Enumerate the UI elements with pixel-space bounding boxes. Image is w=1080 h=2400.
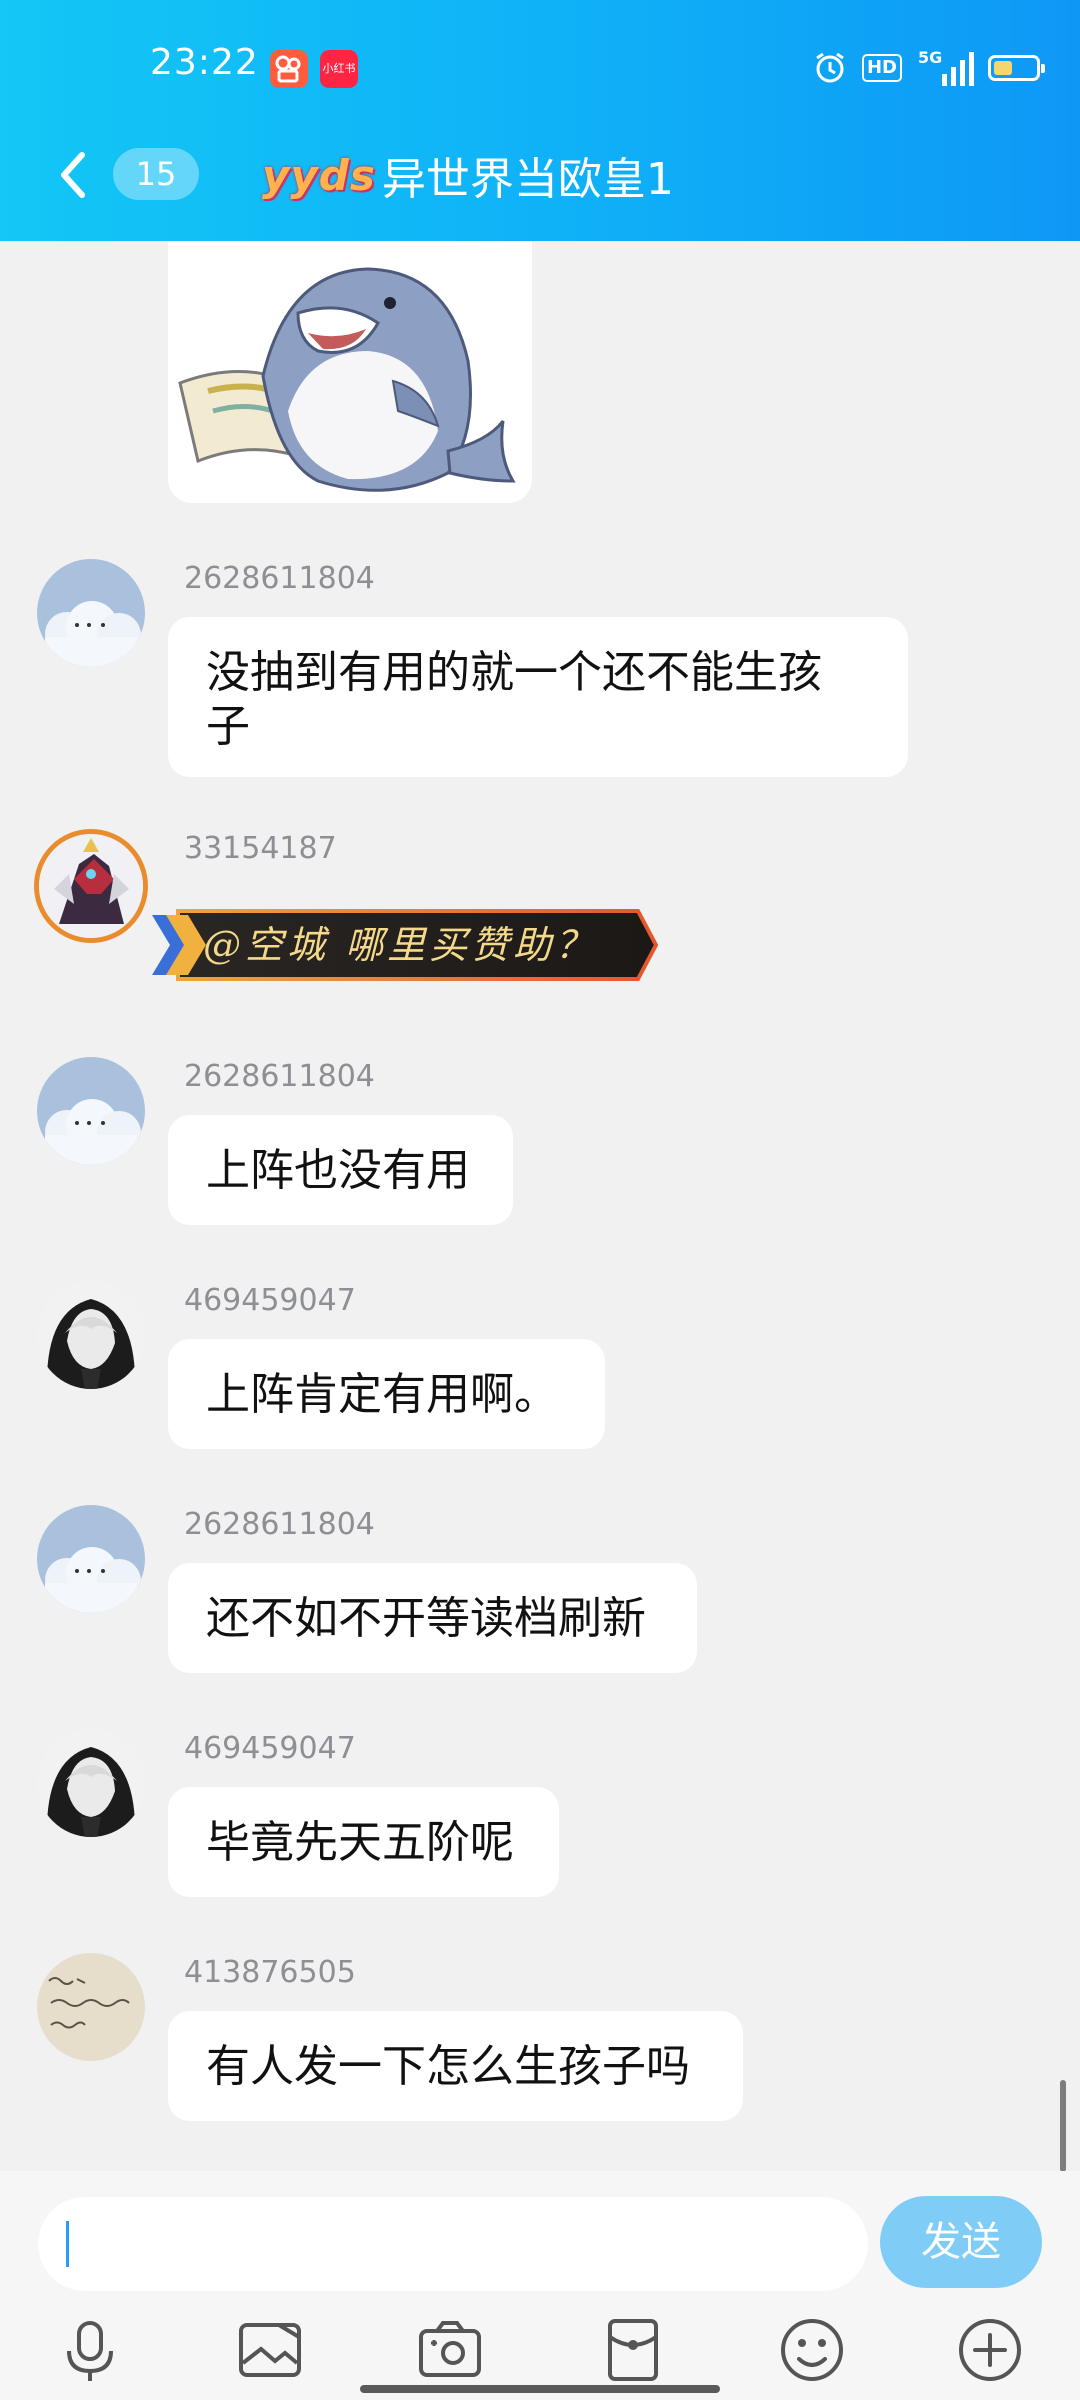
sender-name: 469459047	[184, 1731, 356, 1766]
chat-title[interactable]: yyds 异世界当欧皇1	[262, 140, 674, 210]
xiaohongshu-badge-text: 小红书	[322, 62, 356, 75]
sponsor-bubble[interactable]: @空城 哪里买赞助？	[148, 907, 660, 983]
message-text: 毕竟先天五阶呢	[206, 1817, 514, 1868]
photo-icon[interactable]	[235, 2315, 305, 2385]
message-text: 还不如不开等读档刷新	[206, 1593, 646, 1644]
status-bar: 23:22 小红书 HD 5G	[0, 0, 1080, 135]
status-icons: HD 5G	[812, 46, 1045, 90]
mecha-avatar[interactable]	[34, 829, 148, 943]
status-time: 23:22	[150, 42, 259, 83]
sender-name: 2628611804	[184, 1507, 375, 1542]
signal-5g-icon: 5G	[916, 48, 974, 88]
chevron-left-icon[interactable]	[50, 145, 100, 205]
message-text: @空城 哪里买赞助？	[203, 923, 598, 967]
unread-count-badge[interactable]: 15	[113, 148, 199, 200]
sender-name: 2628611804	[184, 561, 375, 596]
battery-icon	[988, 48, 1045, 88]
microphone-icon[interactable]	[55, 2315, 125, 2385]
anime-avatar[interactable]	[37, 1729, 145, 1837]
message-bubble[interactable]: 毕竟先天五阶呢	[168, 1787, 559, 1897]
plus-icon[interactable]	[955, 2315, 1025, 2385]
message-bubble[interactable]: 上阵也没有用	[168, 1115, 513, 1225]
message-input[interactable]	[38, 2197, 868, 2291]
scrollbar-thumb[interactable]	[1060, 2080, 1066, 2172]
yyds-logo: yyds	[262, 150, 376, 200]
cloud-avatar[interactable]	[37, 1505, 145, 1613]
sender-name: 33154187	[184, 831, 337, 866]
handwriting-avatar[interactable]	[37, 1953, 145, 2061]
message-bubble[interactable]: 没抽到有用的就一个还不能生孩 子	[168, 617, 908, 777]
cloud-avatar[interactable]	[37, 559, 145, 667]
xiaohongshu-icon: 小红书	[320, 50, 358, 88]
emoji-icon[interactable]	[777, 2315, 847, 2385]
camera-icon[interactable]	[415, 2315, 485, 2385]
chat-history[interactable]: 2628611804 没抽到有用的就一个还不能生孩 子 33154187 @空城…	[0, 241, 1080, 2171]
sender-name: 413876505	[184, 1955, 356, 1990]
hd-icon: HD	[861, 48, 902, 88]
sender-name: 2628611804	[184, 1059, 375, 1094]
anime-avatar[interactable]	[37, 1281, 145, 1389]
message-text: 上阵也没有用	[206, 1145, 470, 1196]
group-name: 异世界当欧皇1	[381, 154, 674, 205]
text-caret	[66, 2221, 69, 2267]
alarm-icon	[812, 48, 848, 88]
cloud-avatar[interactable]	[37, 1057, 145, 1165]
send-button[interactable]: 发送	[880, 2196, 1042, 2288]
battery-level	[994, 61, 1012, 75]
message-bubble[interactable]: 上阵肯定有用啊。	[168, 1339, 605, 1449]
message-bubble[interactable]: 有人发一下怎么生孩子吗	[168, 2011, 743, 2121]
message-line: 子	[206, 701, 250, 752]
input-area: 发送	[0, 2171, 1080, 2400]
header: 23:22 小红书 HD 5G 15 yyds 异世界当欧皇1	[0, 0, 1080, 241]
message-bubble[interactable]: 还不如不开等读档刷新	[168, 1563, 697, 1673]
red-packet-icon[interactable]	[598, 2315, 668, 2385]
message-line: 没抽到有用的就一个还不能生孩	[206, 647, 822, 698]
message-text: 有人发一下怎么生孩子吗	[206, 2041, 690, 2092]
shark-sticker[interactable]	[168, 241, 532, 503]
sender-name: 469459047	[184, 1283, 356, 1318]
message-text: 上阵肯定有用啊。	[206, 1369, 558, 1420]
kuaishou-icon	[270, 50, 308, 88]
hd-label: HD	[861, 54, 902, 82]
home-indicator[interactable]	[360, 2385, 720, 2393]
